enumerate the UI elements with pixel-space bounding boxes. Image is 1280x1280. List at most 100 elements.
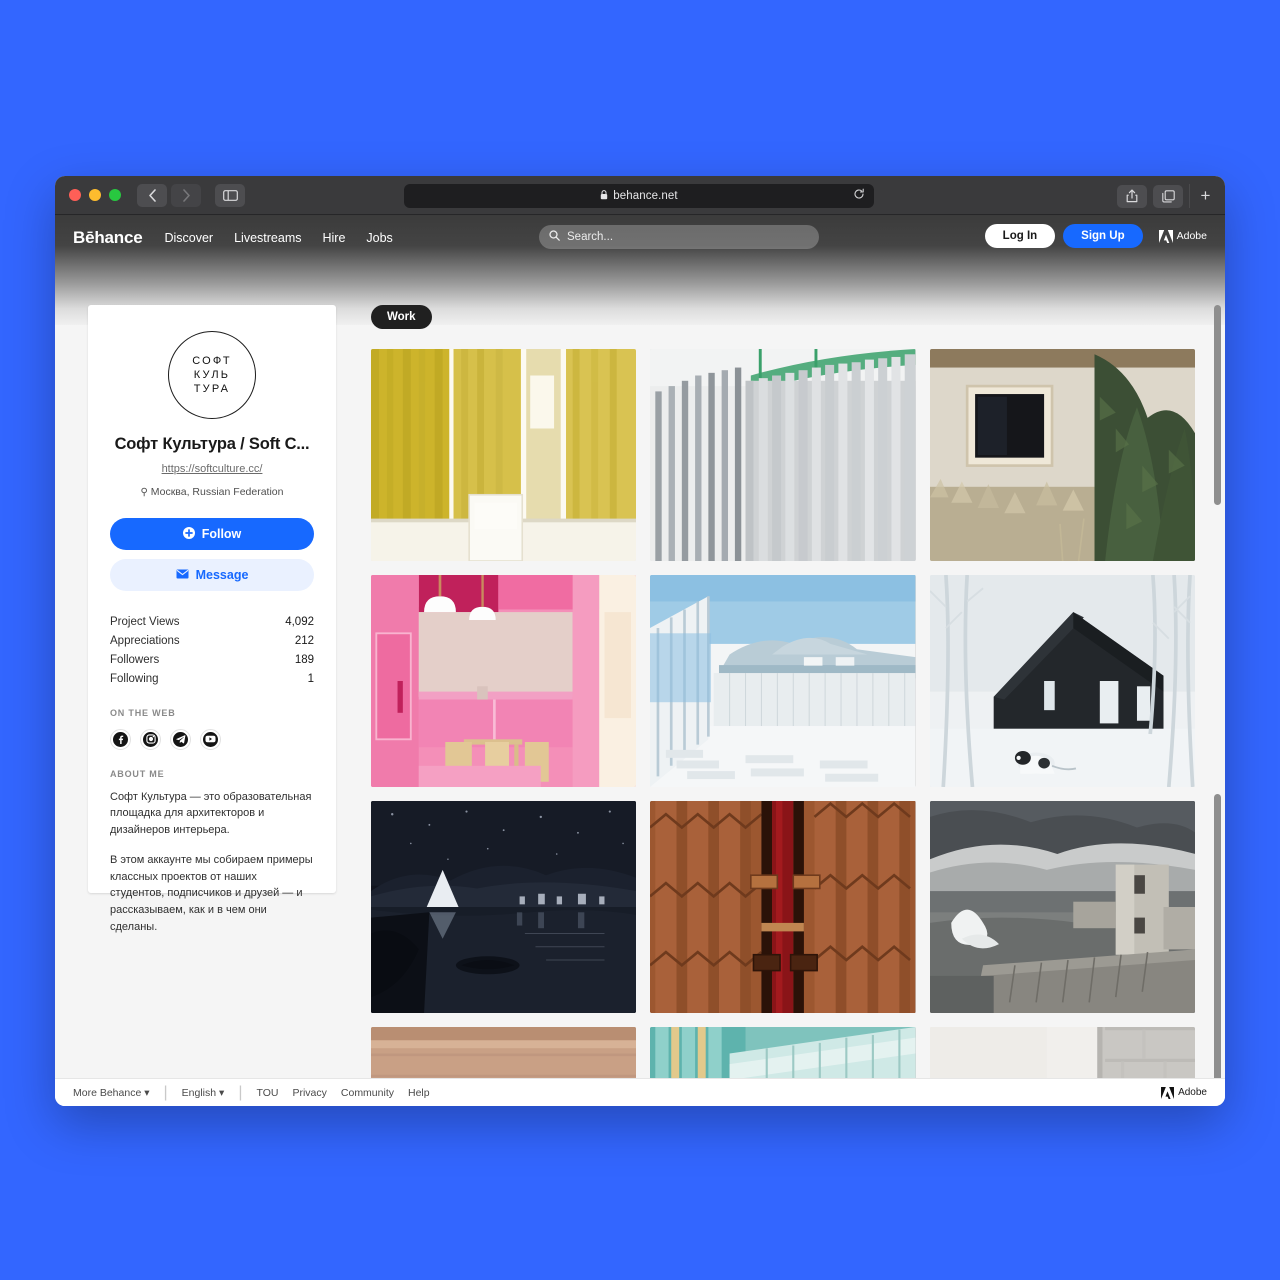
tab-overview-icon[interactable] bbox=[1153, 184, 1183, 208]
lock-icon bbox=[600, 187, 608, 205]
search-placeholder: Search... bbox=[567, 231, 614, 243]
message-button[interactable]: Message bbox=[110, 559, 314, 591]
project-thumbnail-cabin-window-spruce[interactable] bbox=[929, 349, 1195, 561]
avatar: СОФТ КУЛЬ ТУРА bbox=[168, 331, 256, 419]
forward-button[interactable] bbox=[171, 183, 201, 207]
address-bar-url: behance.net bbox=[613, 190, 678, 202]
login-button[interactable]: Log In bbox=[984, 224, 1056, 248]
behance-logo[interactable]: Bēhance bbox=[73, 228, 143, 248]
project-thumbnail-black-cabin-snow-dog[interactable] bbox=[929, 575, 1195, 787]
sidebar-toggle-button[interactable] bbox=[215, 183, 245, 207]
signup-button[interactable]: Sign Up bbox=[1063, 224, 1143, 248]
project-thumbnail-storm-concrete-tower[interactable] bbox=[929, 801, 1195, 1013]
adobe-branding: Adobe bbox=[1158, 229, 1207, 243]
footer-links: TOU Privacy Community Help bbox=[256, 1087, 429, 1099]
facebook-link[interactable] bbox=[110, 728, 131, 750]
project-thumbnail-pink-kitchen-interior[interactable] bbox=[371, 575, 637, 787]
profile-name: Софт Культура / Soft C... bbox=[114, 435, 310, 453]
content-scrollbar[interactable] bbox=[1214, 305, 1221, 1100]
adobe-logo-icon bbox=[1158, 229, 1173, 243]
plus-circle-icon bbox=[182, 526, 195, 542]
new-tab-button[interactable]: + bbox=[1189, 184, 1215, 208]
about-me-heading: ABOUT ME bbox=[110, 768, 165, 779]
share-icon[interactable] bbox=[1117, 184, 1147, 208]
footer-divider: | bbox=[163, 1083, 168, 1101]
stat-value: 189 bbox=[294, 653, 314, 666]
nav-item-discover[interactable]: Discover bbox=[164, 231, 213, 245]
footer-more-behance[interactable]: More Behance ▾ bbox=[73, 1087, 150, 1099]
stat-value: 1 bbox=[307, 673, 314, 686]
telegram-icon bbox=[173, 731, 188, 747]
browser-navigation-group bbox=[137, 183, 201, 207]
footer-link-community[interactable]: Community bbox=[341, 1087, 394, 1099]
stat-row: Appreciations 212 bbox=[110, 631, 314, 650]
footer-adobe-label: Adobe bbox=[1178, 1087, 1207, 1098]
stat-row: Following 1 bbox=[110, 670, 314, 689]
footer-link-help[interactable]: Help bbox=[408, 1087, 430, 1099]
projects-column: Work bbox=[336, 305, 1225, 1106]
footer-link-privacy[interactable]: Privacy bbox=[292, 1087, 326, 1099]
facebook-icon bbox=[113, 731, 128, 747]
social-links bbox=[110, 728, 314, 750]
close-window-button[interactable] bbox=[69, 189, 81, 201]
header-nav: Discover Livestreams Hire Jobs bbox=[164, 231, 392, 245]
browser-toolbar-right: + bbox=[1117, 184, 1215, 208]
address-bar[interactable]: behance.net bbox=[404, 184, 874, 208]
project-thumbnail-yellow-curtain-interior[interactable] bbox=[371, 349, 637, 561]
stat-label: Project Views bbox=[110, 615, 180, 628]
follow-button-label: Follow bbox=[201, 527, 242, 541]
stat-row: Followers 189 bbox=[110, 650, 314, 669]
nav-item-jobs[interactable]: Jobs bbox=[366, 231, 392, 245]
tab-work[interactable]: Work bbox=[371, 305, 432, 329]
nav-item-livestreams[interactable]: Livestreams bbox=[234, 231, 301, 245]
footer-link-tou[interactable]: TOU bbox=[256, 1087, 278, 1099]
youtube-link[interactable] bbox=[200, 728, 221, 750]
about-paragraph: Софт Культура — это образовательная площ… bbox=[110, 790, 312, 837]
projects-grid bbox=[371, 349, 1195, 1106]
stat-row: Project Views 4,092 bbox=[110, 612, 314, 631]
stat-label: Appreciations bbox=[110, 634, 180, 647]
stat-value: 4,092 bbox=[285, 615, 314, 628]
avatar-line-1: СОФТ bbox=[192, 354, 232, 367]
project-thumbnail-wooden-red-door-detail[interactable] bbox=[650, 801, 916, 1013]
profile-card: СОФТ КУЛЬ ТУРА Софт Культура / Soft C...… bbox=[88, 305, 336, 933]
minimize-window-button[interactable] bbox=[89, 189, 101, 201]
instagram-link[interactable] bbox=[140, 728, 161, 750]
behance-header: Bēhance Discover Livestreams Hire Jobs S… bbox=[55, 215, 1225, 261]
instagram-icon bbox=[143, 731, 158, 747]
project-thumbnail-night-lake-dam[interactable] bbox=[371, 801, 637, 1013]
project-thumbnail-white-terrace-sea-view[interactable] bbox=[650, 575, 916, 787]
youtube-icon bbox=[203, 731, 218, 747]
on-the-web-heading: ON THE WEB bbox=[110, 707, 176, 718]
nav-item-hire[interactable]: Hire bbox=[322, 231, 345, 245]
stat-label: Following bbox=[110, 673, 159, 686]
reload-icon[interactable] bbox=[853, 187, 865, 205]
adobe-logo-icon bbox=[1161, 1086, 1175, 1099]
site-footer: More Behance ▾ | English ▾ | TOU Privacy… bbox=[55, 1078, 1225, 1106]
envelope-icon bbox=[176, 568, 189, 582]
project-thumbnail-grey-curtain-columns[interactable] bbox=[650, 349, 916, 561]
header-actions: Log In Sign Up Adobe bbox=[984, 224, 1207, 248]
window-traffic-lights bbox=[69, 189, 121, 201]
profile-location: ⚲ Москва, Russian Federation bbox=[110, 486, 314, 498]
footer-divider: | bbox=[238, 1083, 243, 1101]
adobe-label: Adobe bbox=[1176, 230, 1207, 242]
about-me-body: Софт Культура — это образовательная площ… bbox=[110, 789, 314, 936]
profile-stats: Project Views 4,092 Appreciations 212 Fo… bbox=[110, 612, 314, 689]
profile-location-text: Москва, Russian Federation bbox=[150, 486, 284, 498]
message-button-label: Message bbox=[195, 568, 249, 582]
search-icon bbox=[549, 228, 560, 246]
search-input[interactable]: Search... bbox=[539, 225, 819, 249]
browser-titlebar: behance.net + bbox=[55, 176, 1225, 215]
follow-button[interactable]: Follow bbox=[110, 518, 314, 550]
content-scrollbar-thumb[interactable] bbox=[1214, 305, 1221, 505]
footer-language-selector[interactable]: English ▾ bbox=[182, 1087, 225, 1099]
profile-website-link[interactable]: https://softculture.cc/ bbox=[110, 463, 314, 475]
footer-more-behance-label: More Behance bbox=[73, 1086, 142, 1099]
back-button[interactable] bbox=[137, 183, 167, 207]
zoom-window-button[interactable] bbox=[109, 189, 121, 201]
telegram-link[interactable] bbox=[170, 728, 191, 750]
stat-value: 212 bbox=[294, 634, 314, 647]
footer-language-label: English bbox=[181, 1086, 217, 1099]
avatar-line-2: КУЛЬ bbox=[193, 368, 231, 381]
